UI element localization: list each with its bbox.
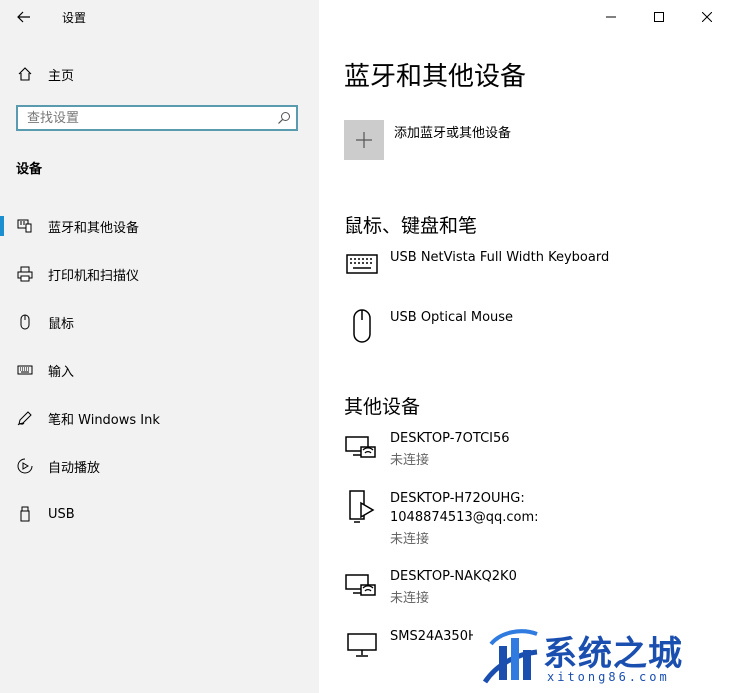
maximize-icon [654,12,664,22]
page-title: 蓝牙和其他设备 [344,62,527,92]
close-button[interactable] [683,0,731,34]
close-icon [702,12,712,22]
add-device-button[interactable] [344,120,384,160]
sidebar-item-typing[interactable]: 输入 [0,352,319,388]
group-heading-other-devices: 其他设备 [344,396,421,418]
sidebar-item-mouse[interactable]: 鼠标 [0,304,319,340]
sidebar-item-label: 打印机和扫描仪 [48,268,140,284]
network-display-icon [344,567,380,603]
sidebar-item-label: 输入 [48,364,75,380]
media-device-icon [344,489,380,525]
mouse-icon [16,313,34,331]
search-box[interactable] [16,105,298,131]
device-name: SMS24A350H [390,629,478,644]
sidebar-item-bluetooth[interactable]: 蓝牙和其他设备 [0,208,319,244]
group-heading-input-devices: 鼠标、键盘和笔 [344,215,478,237]
usb-icon [16,505,34,523]
sidebar-item-label: 自动播放 [48,460,101,476]
watermark-url: xitong86.com [547,670,670,684]
back-arrow-icon [17,11,30,23]
window-controls [587,0,731,34]
device-status: 未连接 [390,453,430,468]
network-display-icon [344,429,380,465]
main-content: 蓝牙和其他设备 添加蓝牙或其他设备 鼠标、键盘和笔 USB NetVista F… [319,0,731,693]
bluetooth-devices-icon [16,217,34,235]
sidebar-item-label: USB [48,506,75,522]
section-heading-devices: 设备 [16,162,43,177]
device-desktop-nakq2k0[interactable]: DESKTOP-NAKQ2K0 未连接 [319,567,731,609]
sidebar-item-label: 笔和 Windows Ink [48,412,160,428]
search-icon[interactable] [276,110,292,126]
sidebar-item-autoplay[interactable]: 自动播放 [0,448,319,484]
sidebar-item-usb[interactable]: USB [0,496,319,532]
device-name: USB Optical Mouse [390,310,514,325]
search-input[interactable] [18,107,277,129]
minimize-icon [606,16,616,18]
sidebar-item-pen[interactable]: 笔和 Windows Ink [0,400,319,436]
watermark-text: 系统之城 [543,634,683,674]
app-title: 设置 [62,11,87,25]
pen-icon [16,409,34,427]
keyboard-icon [344,248,380,284]
monitor-icon [344,627,380,663]
device-desktop-7otci56[interactable]: DESKTOP-7OTCI56 未连接 [319,429,731,471]
back-button[interactable] [10,4,38,30]
watermark-logo-icon [482,629,538,684]
device-name-line1: DESKTOP-H72OUHG: [390,491,525,506]
device-mouse[interactable]: USB Optical Mouse [319,308,731,348]
device-keyboard[interactable]: USB NetVista Full Width Keyboard [319,248,731,288]
home-icon [16,65,34,83]
printer-icon [16,265,34,283]
device-name: DESKTOP-7OTCI56 [390,431,510,446]
device-name: USB NetVista Full Width Keyboard [390,250,610,265]
add-device-label[interactable]: 添加蓝牙或其他设备 [394,122,511,141]
minimize-button[interactable] [587,0,635,34]
sidebar: 设置 主页 设备 蓝牙和其他设备 打印机和扫描仪 鼠标 [0,0,319,693]
nav-home[interactable]: 主页 [0,58,319,90]
device-status: 未连接 [390,532,430,547]
device-name-line2: 1048874513@qq.com: [390,510,539,525]
device-desktop-h72ouhg[interactable]: DESKTOP-H72OUHG: 1048874513@qq.com: 未连接 [319,489,731,549]
maximize-button[interactable] [635,0,683,34]
sidebar-item-printers[interactable]: 打印机和扫描仪 [0,256,319,292]
mouse-icon [344,308,380,344]
watermark: 系统之城 xitong86.com [473,622,731,693]
device-status: 未连接 [390,591,430,606]
nav-home-label: 主页 [48,68,75,84]
device-name: DESKTOP-NAKQ2K0 [390,569,517,584]
keyboard-icon [16,361,34,379]
autoplay-icon [16,457,34,475]
sidebar-item-label: 蓝牙和其他设备 [48,220,140,236]
sidebar-item-label: 鼠标 [48,316,75,332]
plus-icon [356,132,372,148]
